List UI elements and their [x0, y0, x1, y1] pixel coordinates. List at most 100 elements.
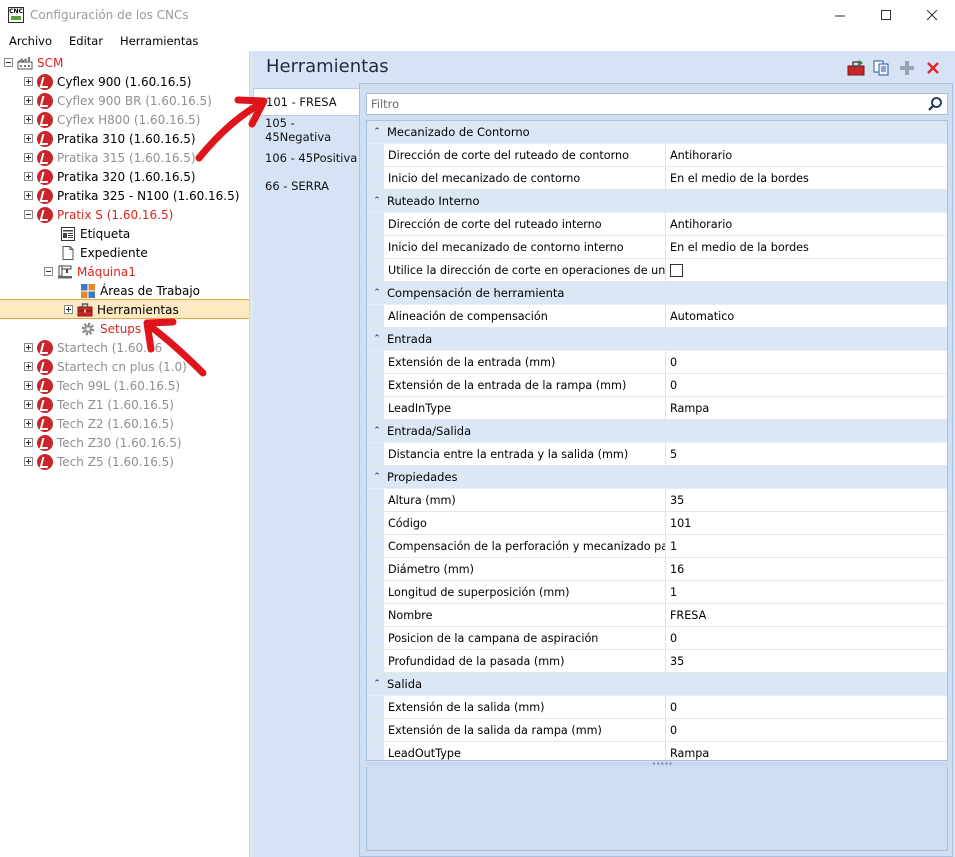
property-value[interactable]: 0: [666, 374, 947, 396]
collapse-icon[interactable]: [24, 210, 33, 219]
delete-tool-button[interactable]: [924, 59, 942, 77]
property-value[interactable]: 35: [666, 489, 947, 511]
property-row[interactable]: Altura (mm) 35: [367, 489, 947, 512]
expand-icon[interactable]: [24, 343, 33, 352]
property-row[interactable]: Longitud de superposición (mm) 1: [367, 581, 947, 604]
property-row[interactable]: Dirección de corte del ruteado interno An…: [367, 213, 947, 236]
tree-item-maquina1[interactable]: Máquina1: [44, 262, 136, 281]
tree-item-tech-z30[interactable]: Tech Z30 (1.60.16.5): [24, 433, 182, 452]
menu-editar[interactable]: Editar: [61, 31, 112, 51]
category-row[interactable]: ⌃ Propiedades: [367, 466, 947, 489]
property-row[interactable]: Compensación de la perforación y mecaniz…: [367, 535, 947, 558]
property-value[interactable]: 1: [666, 581, 947, 603]
filter-input[interactable]: [367, 94, 917, 114]
expand-icon[interactable]: [24, 419, 33, 428]
tree-item-setups[interactable]: Setups: [80, 319, 141, 338]
property-row[interactable]: LeadOutType Rampa: [367, 742, 947, 760]
expand-icon[interactable]: [64, 305, 73, 314]
property-row[interactable]: Utilice la dirección de corte en operaci…: [367, 259, 947, 282]
chevron-up-icon[interactable]: ⌃: [367, 472, 387, 482]
chevron-up-icon[interactable]: ⌃: [367, 288, 387, 298]
property-row[interactable]: Código 101: [367, 512, 947, 535]
expand-icon[interactable]: [24, 134, 33, 143]
tree-item-areas-de-trabajo[interactable]: Áreas de Trabajo: [80, 281, 200, 300]
tree-item-startech-cn-plus[interactable]: Startech cn plus (1.0): [24, 357, 187, 376]
tree-item-herramientas[interactable]: Herramientas: [64, 300, 179, 319]
property-checkbox[interactable]: [670, 263, 683, 277]
expand-icon[interactable]: [24, 172, 33, 181]
property-value[interactable]: [666, 259, 947, 281]
property-row[interactable]: Extensión de la entrada de la rampa (mm)…: [367, 374, 947, 397]
tree-item-pratix-s[interactable]: Pratix S (1.60.16.5): [24, 205, 173, 224]
property-value[interactable]: Rampa: [666, 397, 947, 419]
expand-icon[interactable]: [24, 400, 33, 409]
tree-item-tech-99l[interactable]: Tech 99L (1.60.16.5): [24, 376, 180, 395]
property-row[interactable]: Inicio del mecanizado de contorno intern…: [367, 236, 947, 259]
chevron-up-icon[interactable]: ⌃: [367, 127, 387, 137]
tree-item-cyflex-900-br[interactable]: Cyflex 900 BR (1.60.16.5): [24, 91, 212, 110]
property-row[interactable]: Posicion de la campana de aspiración 0: [367, 627, 947, 650]
tree-item-pratika-310[interactable]: Pratika 310 (1.60.16.5): [24, 129, 196, 148]
property-row[interactable]: Alineación de compensación Automatico: [367, 305, 947, 328]
property-value[interactable]: En el medio de la bordes: [666, 236, 947, 258]
expand-icon[interactable]: [24, 362, 33, 371]
tree-item-tech-z5[interactable]: Tech Z5 (1.60.16.5): [24, 452, 174, 471]
property-row[interactable]: Dirección de corte del ruteado de contor…: [367, 144, 947, 167]
property-row[interactable]: Profundidad de la pasada (mm) 35: [367, 650, 947, 673]
tree-item-cyflex-h800[interactable]: Cyflex H800 (1.60.16.5): [24, 110, 200, 129]
property-value[interactable]: 101: [666, 512, 947, 534]
menu-herramientas[interactable]: Herramientas: [112, 31, 207, 51]
copy-tool-button[interactable]: [872, 59, 890, 77]
collapse-icon[interactable]: [4, 58, 13, 67]
chevron-up-icon[interactable]: ⌃: [367, 426, 387, 436]
tree-item-tech-z1[interactable]: Tech Z1 (1.60.16.5): [24, 395, 174, 414]
category-row[interactable]: ⌃ Mecanizado de Contorno: [367, 121, 947, 144]
tab-66-serra[interactable]: 66 - SERRA: [253, 172, 359, 200]
tree-item-pratika-320[interactable]: Pratika 320 (1.60.16.5): [24, 167, 196, 186]
tree-item-pratika-315[interactable]: Pratika 315 (1.60.16.5): [24, 148, 196, 167]
property-value[interactable]: Automatico: [666, 305, 947, 327]
expand-icon[interactable]: [24, 438, 33, 447]
category-row[interactable]: ⌃ Compensación de herramienta: [367, 282, 947, 305]
tab-105-45negativa[interactable]: 105 - 45Negativa: [253, 116, 359, 144]
tree-item-etiqueta[interactable]: Etiqueta: [60, 224, 130, 243]
search-icon[interactable]: [927, 96, 943, 112]
expand-icon[interactable]: [24, 191, 33, 200]
property-row[interactable]: Distancia entre la entrada y la salida (…: [367, 443, 947, 466]
tree-item-startech[interactable]: Startech (1.60.16: [24, 338, 162, 357]
category-row[interactable]: ⌃ Ruteado Interno: [367, 190, 947, 213]
chevron-up-icon[interactable]: ⌃: [367, 679, 387, 689]
minimize-button[interactable]: [817, 0, 863, 31]
property-value[interactable]: Antihorario: [666, 213, 947, 235]
property-value[interactable]: 16: [666, 558, 947, 580]
property-row[interactable]: Inicio del mecanizado de contorno En el m…: [367, 167, 947, 190]
property-value[interactable]: 35: [666, 650, 947, 672]
add-tool-button[interactable]: [898, 59, 916, 77]
expand-icon[interactable]: [24, 381, 33, 390]
menu-archivo[interactable]: Archivo: [0, 31, 61, 51]
tree-item-expediente[interactable]: Expediente: [60, 243, 148, 262]
property-row[interactable]: LeadInType Rampa: [367, 397, 947, 420]
property-value[interactable]: 0: [666, 627, 947, 649]
property-value[interactable]: 0: [666, 719, 947, 741]
expand-icon[interactable]: [24, 96, 33, 105]
property-value[interactable]: Antihorario: [666, 144, 947, 166]
category-row[interactable]: ⌃ Salida: [367, 673, 947, 696]
property-row[interactable]: Diámetro (mm) 16: [367, 558, 947, 581]
category-row[interactable]: ⌃ Entrada: [367, 328, 947, 351]
property-row[interactable]: Extensión de la entrada (mm) 0: [367, 351, 947, 374]
category-row[interactable]: ⌃ Entrada/Salida: [367, 420, 947, 443]
property-row[interactable]: Extensión de la salida da rampa (mm) 0: [367, 719, 947, 742]
tree-item-tech-z2[interactable]: Tech Z2 (1.60.16.5): [24, 414, 174, 433]
tab-106-45positiva[interactable]: 106 - 45Positiva: [253, 144, 359, 172]
property-value[interactable]: 5: [666, 443, 947, 465]
machine-tree[interactable]: SCM Cyflex 900 (1.60.16.5) Cyflex 900 BR…: [0, 51, 250, 857]
tree-item-pratika-325[interactable]: Pratika 325 - N100 (1.60.16.5): [24, 186, 239, 205]
import-tool-button[interactable]: [847, 59, 865, 77]
property-row[interactable]: Nombre FRESA: [367, 604, 947, 627]
property-value[interactable]: 0: [666, 696, 947, 718]
expand-icon[interactable]: [24, 153, 33, 162]
expand-icon[interactable]: [24, 77, 33, 86]
collapse-icon[interactable]: [44, 267, 53, 276]
maximize-button[interactable]: [863, 0, 909, 31]
